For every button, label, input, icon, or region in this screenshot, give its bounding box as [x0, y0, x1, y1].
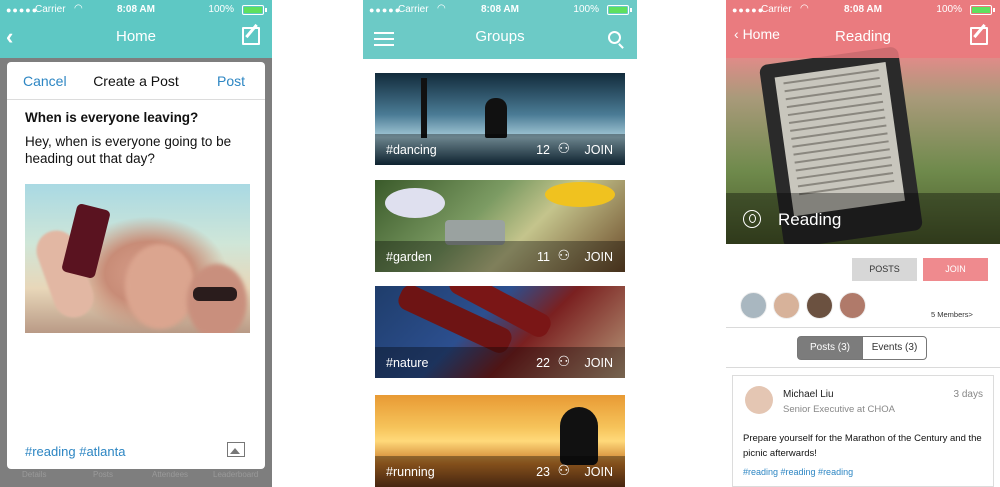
join-button[interactable]: JOIN — [585, 250, 613, 264]
tab-details[interactable]: Details — [22, 470, 46, 479]
people-icon: ⚇ — [557, 140, 570, 156]
flowers-yellow — [545, 182, 615, 207]
post-author-role: Senior Executive at CHOA — [783, 404, 895, 415]
group-tag: #nature — [386, 356, 429, 370]
status-bar: ●●●●● Carrier ◠ 8:08 AM 100% — [0, 0, 272, 20]
tab-posts[interactable]: Posts (3) — [797, 336, 863, 360]
group-tag: #garden — [386, 250, 432, 264]
battery-percent: 100% — [208, 4, 234, 15]
post-text: Prepare yourself for the Marathon of the… — [743, 433, 982, 459]
group-tag: #dancing — [386, 143, 437, 157]
group-tag: #running — [386, 465, 435, 479]
group-hero: ●●●●● Carrier ◠ 8:08 AM 100% ‹ Home Read… — [726, 0, 1000, 244]
battery-icon — [242, 5, 267, 15]
avatar[interactable] — [806, 292, 833, 319]
member-count: 12 — [536, 143, 550, 157]
nav-title: Home — [115, 28, 156, 45]
avatar[interactable] — [745, 386, 773, 414]
attached-photo — [25, 184, 250, 333]
nav-bar: ●●●●● Carrier ◠ 8:08 AM 100% ‹ Home Read… — [726, 0, 1000, 58]
battery-icon — [607, 5, 632, 15]
avatar[interactable] — [839, 292, 866, 319]
search-icon[interactable] — [608, 31, 621, 44]
join-button[interactable]: JOIN — [585, 465, 613, 479]
tab-events[interactable]: Events (3) — [862, 336, 927, 360]
people-icon: ⚇ — [557, 247, 570, 263]
battery-percent: 100% — [573, 4, 599, 15]
group-card-dancing[interactable]: #dancing 12 ⚇ JOIN — [375, 73, 625, 165]
tab-posts[interactable]: Posts — [93, 470, 113, 479]
group-card-footer: #running 23 ⚇ JOIN — [375, 456, 625, 487]
group-name-bar: Reading — [726, 193, 1000, 244]
battery-percent: 100% — [936, 4, 962, 15]
group-card-running[interactable]: #running 23 ⚇ JOIN — [375, 395, 625, 487]
post-hashtags[interactable]: #reading #reading #reading — [743, 467, 853, 477]
post-title-field[interactable]: When is everyone leaving? — [25, 110, 198, 125]
avatar[interactable] — [740, 292, 767, 319]
group-icon — [743, 210, 761, 228]
nav-title: Reading — [835, 28, 891, 45]
photo-phone — [61, 202, 111, 280]
home-screen: ●●●●● Carrier ◠ 8:08 AM 100% ‹ Home Canc… — [0, 0, 272, 487]
create-post-modal: Cancel Create a Post Post When is everyo… — [7, 62, 265, 469]
member-count: 22 — [536, 356, 550, 370]
group-card-footer: #nature 22 ⚇ JOIN — [375, 347, 625, 378]
post-button[interactable]: Post — [217, 73, 245, 89]
member-count: 23 — [536, 465, 550, 479]
divider — [726, 327, 1000, 328]
group-card-nature[interactable]: #nature 22 ⚇ JOIN — [375, 286, 625, 378]
status-bar: ●●●●● Carrier ◠ 8:08 AM 100% — [363, 0, 637, 20]
dancer-silhouette — [485, 98, 507, 138]
members-link[interactable]: 5 Members> — [931, 310, 973, 319]
group-card-garden[interactable]: #garden 11 ⚇ JOIN — [375, 180, 625, 272]
image-icon[interactable] — [227, 442, 245, 457]
battery-icon — [970, 5, 995, 15]
nav-bar: ●●●●● Carrier ◠ 8:08 AM 100% Groups — [363, 0, 637, 59]
post-body-field[interactable]: Hey, when is everyone going to be headin… — [25, 133, 250, 167]
status-bar: ●●●●● Carrier ◠ 8:08 AM 100% — [726, 0, 1000, 20]
nav-bar: ●●●●● Carrier ◠ 8:08 AM 100% ‹ Home — [0, 0, 272, 58]
tab-leaderboard[interactable]: Leaderboard — [213, 470, 258, 479]
groups-screen: ●●●●● Carrier ◠ 8:08 AM 100% Groups #dan… — [363, 0, 637, 487]
post-timestamp: 3 days — [953, 389, 983, 400]
tab-bar: Details Posts Attendees Leaderboard — [0, 467, 272, 487]
reading-group-screen: ●●●●● Carrier ◠ 8:08 AM 100% ‹ Home Read… — [726, 0, 1000, 487]
people-icon: ⚇ — [557, 353, 570, 369]
photo-sunglasses — [193, 287, 237, 301]
join-button[interactable]: JOIN — [585, 356, 613, 370]
compose-icon[interactable] — [242, 27, 260, 45]
photo-face — [125, 244, 195, 329]
join-button[interactable]: JOIN — [923, 258, 988, 281]
group-card-footer: #dancing 12 ⚇ JOIN — [375, 134, 625, 165]
modal-header: Cancel Create a Post Post — [7, 62, 265, 100]
tab-attendees[interactable]: Attendees — [152, 470, 188, 479]
member-count: 11 — [537, 250, 550, 264]
flowers-white — [385, 188, 445, 218]
lamp-post — [421, 78, 427, 138]
compose-icon[interactable] — [970, 27, 988, 45]
avatar[interactable] — [773, 292, 800, 319]
post-card[interactable]: Michael Liu Senior Executive at CHOA 3 d… — [732, 375, 994, 487]
posts-button[interactable]: POSTS — [852, 258, 917, 281]
hashtags[interactable]: #reading #atlanta — [25, 444, 125, 459]
group-name: Reading — [778, 210, 842, 229]
join-button[interactable]: JOIN — [585, 143, 613, 157]
divider — [726, 367, 1000, 368]
people-icon: ⚇ — [557, 462, 570, 478]
nav-title: Groups — [475, 28, 525, 45]
group-card-footer: #garden 11 ⚇ JOIN — [375, 241, 625, 272]
post-author[interactable]: Michael Liu — [783, 389, 834, 400]
